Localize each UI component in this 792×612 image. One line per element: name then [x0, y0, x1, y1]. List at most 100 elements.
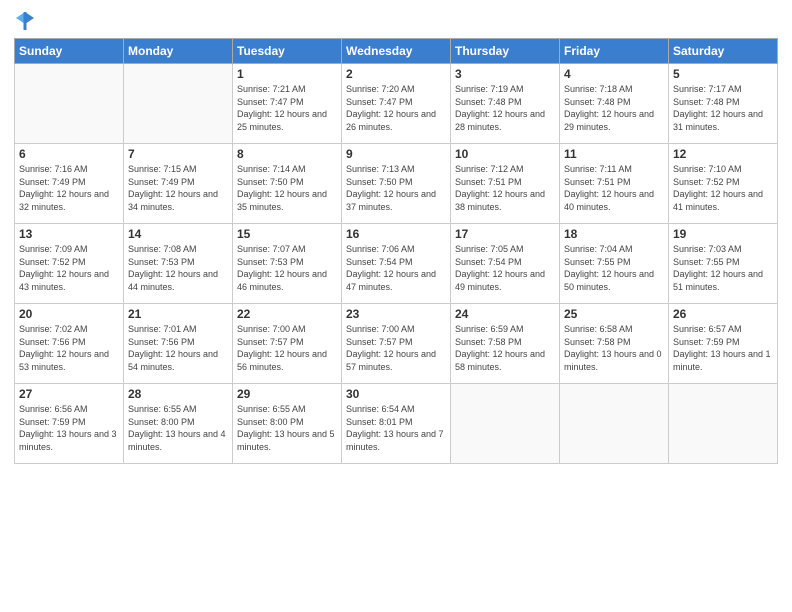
- day-info: Sunrise: 7:12 AM Sunset: 7:51 PM Dayligh…: [455, 163, 555, 213]
- calendar-cell: 19 Sunrise: 7:03 AM Sunset: 7:55 PM Dayli…: [669, 224, 778, 304]
- day-number: 16: [346, 227, 446, 241]
- logo: [14, 10, 38, 32]
- day-number: 7: [128, 147, 228, 161]
- day-number: 26: [673, 307, 773, 321]
- day-info: Sunrise: 6:55 AM Sunset: 8:00 PM Dayligh…: [237, 403, 337, 453]
- day-number: 11: [564, 147, 664, 161]
- day-number: 28: [128, 387, 228, 401]
- day-number: 9: [346, 147, 446, 161]
- calendar-cell: [560, 384, 669, 464]
- day-info: Sunrise: 7:20 AM Sunset: 7:47 PM Dayligh…: [346, 83, 446, 133]
- day-info: Sunrise: 7:15 AM Sunset: 7:49 PM Dayligh…: [128, 163, 228, 213]
- day-info: Sunrise: 6:57 AM Sunset: 7:59 PM Dayligh…: [673, 323, 773, 373]
- day-number: 27: [19, 387, 119, 401]
- calendar-cell: 2 Sunrise: 7:20 AM Sunset: 7:47 PM Daylig…: [342, 64, 451, 144]
- day-info: Sunrise: 7:00 AM Sunset: 7:57 PM Dayligh…: [346, 323, 446, 373]
- day-number: 14: [128, 227, 228, 241]
- weekday-header: Sunday: [15, 39, 124, 64]
- day-info: Sunrise: 6:54 AM Sunset: 8:01 PM Dayligh…: [346, 403, 446, 453]
- calendar-week-row: 6 Sunrise: 7:16 AM Sunset: 7:49 PM Daylig…: [15, 144, 778, 224]
- day-number: 19: [673, 227, 773, 241]
- calendar-cell: 18Sunrise: 7:04 AM Sunset: 7:55 PM Dayli…: [560, 224, 669, 304]
- weekday-header: Thursday: [451, 39, 560, 64]
- calendar-cell: [669, 384, 778, 464]
- day-info: Sunrise: 7:07 AM Sunset: 7:53 PM Dayligh…: [237, 243, 337, 293]
- weekday-header: Wednesday: [342, 39, 451, 64]
- calendar-cell: 13 Sunrise: 7:09 AM Sunset: 7:52 PM Dayli…: [15, 224, 124, 304]
- day-number: 2: [346, 67, 446, 81]
- calendar-cell: 7 Sunrise: 7:15 AM Sunset: 7:49 PM Daylig…: [124, 144, 233, 224]
- calendar-week-row: 13 Sunrise: 7:09 AM Sunset: 7:52 PM Dayli…: [15, 224, 778, 304]
- calendar-cell: 23 Sunrise: 7:00 AM Sunset: 7:57 PM Dayli…: [342, 304, 451, 384]
- day-info: Sunrise: 6:55 AM Sunset: 8:00 PM Dayligh…: [128, 403, 228, 453]
- day-info: Sunrise: 6:59 AM Sunset: 7:58 PM Dayligh…: [455, 323, 555, 373]
- day-number: 18: [564, 227, 664, 241]
- day-info: Sunrise: 7:13 AM Sunset: 7:50 PM Dayligh…: [346, 163, 446, 213]
- day-info: Sunrise: 7:01 AM Sunset: 7:56 PM Dayligh…: [128, 323, 228, 373]
- day-info: Sunrise: 7:06 AM Sunset: 7:54 PM Dayligh…: [346, 243, 446, 293]
- day-number: 30: [346, 387, 446, 401]
- day-info: Sunrise: 7:19 AM Sunset: 7:48 PM Dayligh…: [455, 83, 555, 133]
- day-number: 25: [564, 307, 664, 321]
- day-info: Sunrise: 7:14 AM Sunset: 7:50 PM Dayligh…: [237, 163, 337, 213]
- day-info: Sunrise: 7:02 AM Sunset: 7:56 PM Dayligh…: [19, 323, 119, 373]
- day-number: 24: [455, 307, 555, 321]
- day-number: 1: [237, 67, 337, 81]
- weekday-header: Monday: [124, 39, 233, 64]
- calendar-table: SundayMondayTuesdayWednesdayThursdayFrid…: [14, 38, 778, 464]
- day-info: Sunrise: 7:16 AM Sunset: 7:49 PM Dayligh…: [19, 163, 119, 213]
- calendar-cell: [15, 64, 124, 144]
- calendar-cell: 22 Sunrise: 7:00 AM Sunset: 7:57 PM Dayli…: [233, 304, 342, 384]
- calendar-cell: 11Sunrise: 7:11 AM Sunset: 7:51 PM Dayli…: [560, 144, 669, 224]
- day-number: 15: [237, 227, 337, 241]
- calendar-cell: 12Sunrise: 7:10 AM Sunset: 7:52 PM Dayli…: [669, 144, 778, 224]
- calendar-cell: 21Sunrise: 7:01 AM Sunset: 7:56 PM Dayli…: [124, 304, 233, 384]
- calendar-cell: 14 Sunrise: 7:08 AM Sunset: 7:53 PM Dayli…: [124, 224, 233, 304]
- day-info: Sunrise: 7:09 AM Sunset: 7:52 PM Dayligh…: [19, 243, 119, 293]
- calendar-cell: 30 Sunrise: 6:54 AM Sunset: 8:01 PM Dayli…: [342, 384, 451, 464]
- day-number: 3: [455, 67, 555, 81]
- day-number: 22: [237, 307, 337, 321]
- day-info: Sunrise: 7:17 AM Sunset: 7:48 PM Dayligh…: [673, 83, 773, 133]
- weekday-header: Friday: [560, 39, 669, 64]
- calendar-cell: [124, 64, 233, 144]
- day-info: Sunrise: 6:56 AM Sunset: 7:59 PM Dayligh…: [19, 403, 119, 453]
- day-info: Sunrise: 7:00 AM Sunset: 7:57 PM Dayligh…: [237, 323, 337, 373]
- calendar-week-row: 20 Sunrise: 7:02 AM Sunset: 7:56 PM Dayli…: [15, 304, 778, 384]
- calendar-body: 1 Sunrise: 7:21 AM Sunset: 7:47 PM Daylig…: [15, 64, 778, 464]
- calendar-cell: 28 Sunrise: 6:55 AM Sunset: 8:00 PM Dayli…: [124, 384, 233, 464]
- calendar-cell: [451, 384, 560, 464]
- calendar-cell: 27 Sunrise: 6:56 AM Sunset: 7:59 PM Dayli…: [15, 384, 124, 464]
- day-number: 12: [673, 147, 773, 161]
- calendar-week-row: 1 Sunrise: 7:21 AM Sunset: 7:47 PM Daylig…: [15, 64, 778, 144]
- calendar-cell: 24 Sunrise: 6:59 AM Sunset: 7:58 PM Dayli…: [451, 304, 560, 384]
- calendar-cell: 4Sunrise: 7:18 AM Sunset: 7:48 PM Daylig…: [560, 64, 669, 144]
- calendar-cell: 5 Sunrise: 7:17 AM Sunset: 7:48 PM Daylig…: [669, 64, 778, 144]
- calendar-cell: 29Sunrise: 6:55 AM Sunset: 8:00 PM Dayli…: [233, 384, 342, 464]
- day-info: Sunrise: 7:05 AM Sunset: 7:54 PM Dayligh…: [455, 243, 555, 293]
- day-info: Sunrise: 6:58 AM Sunset: 7:58 PM Dayligh…: [564, 323, 664, 373]
- day-number: 5: [673, 67, 773, 81]
- calendar-cell: 26 Sunrise: 6:57 AM Sunset: 7:59 PM Dayli…: [669, 304, 778, 384]
- day-number: 10: [455, 147, 555, 161]
- day-number: 13: [19, 227, 119, 241]
- day-number: 23: [346, 307, 446, 321]
- calendar-cell: 3 Sunrise: 7:19 AM Sunset: 7:48 PM Daylig…: [451, 64, 560, 144]
- calendar-cell: 17Sunrise: 7:05 AM Sunset: 7:54 PM Dayli…: [451, 224, 560, 304]
- calendar-cell: 16 Sunrise: 7:06 AM Sunset: 7:54 PM Dayli…: [342, 224, 451, 304]
- calendar-week-row: 27 Sunrise: 6:56 AM Sunset: 7:59 PM Dayli…: [15, 384, 778, 464]
- weekday-header: Saturday: [669, 39, 778, 64]
- logo-icon: [14, 10, 36, 32]
- day-number: 8: [237, 147, 337, 161]
- calendar-cell: 25 Sunrise: 6:58 AM Sunset: 7:58 PM Dayli…: [560, 304, 669, 384]
- calendar-cell: 9 Sunrise: 7:13 AM Sunset: 7:50 PM Daylig…: [342, 144, 451, 224]
- day-info: Sunrise: 7:08 AM Sunset: 7:53 PM Dayligh…: [128, 243, 228, 293]
- day-info: Sunrise: 7:03 AM Sunset: 7:55 PM Dayligh…: [673, 243, 773, 293]
- day-number: 6: [19, 147, 119, 161]
- day-number: 20: [19, 307, 119, 321]
- day-info: Sunrise: 7:21 AM Sunset: 7:47 PM Dayligh…: [237, 83, 337, 133]
- header: [14, 10, 778, 32]
- calendar-cell: 20 Sunrise: 7:02 AM Sunset: 7:56 PM Dayli…: [15, 304, 124, 384]
- calendar-cell: 1 Sunrise: 7:21 AM Sunset: 7:47 PM Daylig…: [233, 64, 342, 144]
- calendar-cell: 6 Sunrise: 7:16 AM Sunset: 7:49 PM Daylig…: [15, 144, 124, 224]
